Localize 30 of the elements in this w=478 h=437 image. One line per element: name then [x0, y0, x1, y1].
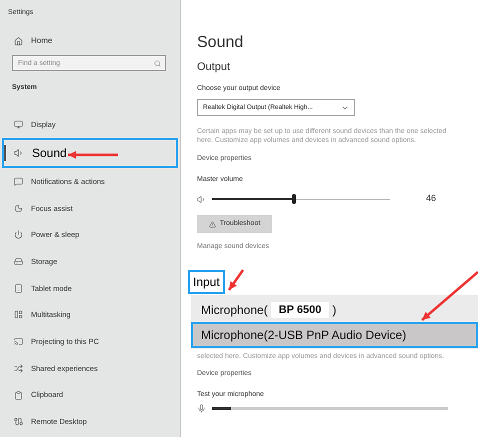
panels-icon: [14, 310, 23, 320]
annotation-arrow: [66, 149, 120, 161]
input-device-option[interactable]: Microphone(2-USB PnP Audio Device): [191, 322, 478, 348]
clipboard-icon: [14, 390, 23, 400]
annotation-arrow: [227, 268, 245, 292]
page-title: Sound: [197, 33, 244, 53]
sidebar-item[interactable]: Sound: [2, 138, 178, 168]
speaker-icon: [197, 194, 206, 204]
drive-icon: [14, 257, 23, 266]
input-device-option[interactable]: Microphone( BP 6500 ): [191, 298, 478, 322]
tablet-icon: [14, 284, 23, 293]
speaker-icon: [14, 148, 24, 158]
volume-slider[interactable]: [212, 194, 390, 204]
annotation-arrow: [420, 270, 478, 322]
cast-icon: [14, 337, 23, 346]
section-heading: Output: [197, 60, 232, 74]
microphone-icon: [197, 404, 206, 413]
message-icon: [14, 177, 23, 186]
warning-icon: [208, 220, 216, 228]
volume-value: 46: [426, 192, 436, 206]
monitor-icon: [14, 120, 23, 130]
shuffle-icon: [14, 364, 23, 373]
power-icon: [14, 230, 23, 240]
cable-icon: [14, 417, 23, 426]
moon-icon: [14, 204, 23, 213]
search-icon: [154, 60, 161, 66]
home-icon: [14, 36, 23, 46]
home-link[interactable]: Home: [8, 34, 172, 48]
section-heading: Input: [188, 270, 225, 294]
slider-thumb[interactable]: [292, 194, 296, 204]
